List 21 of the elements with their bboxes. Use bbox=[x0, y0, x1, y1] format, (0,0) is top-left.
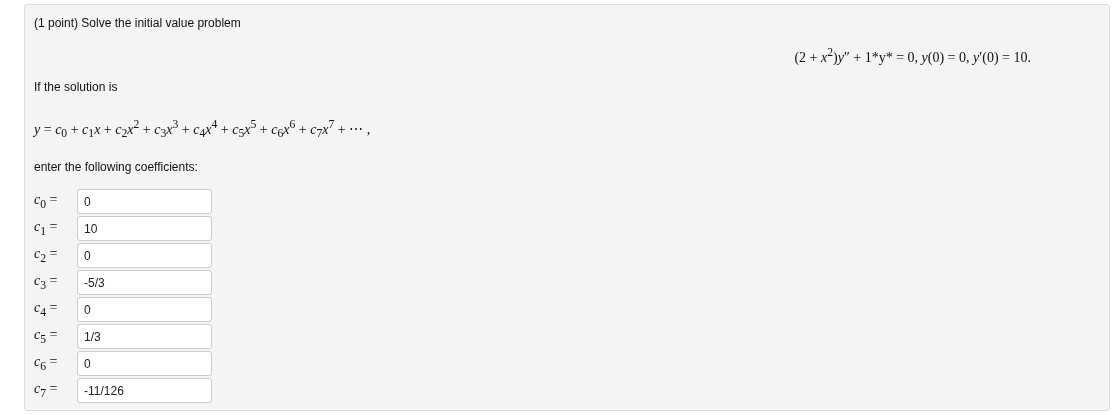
answer-field[interactable]: 0 bbox=[77, 189, 212, 215]
answer-field[interactable]: -5/3 bbox=[77, 270, 212, 296]
series-formula: y = c$_{0}$ + c$_{1}$x + c$_{2}$x$^{2}$ + c$_{3}$x$^{3}$ + c$_{4}$x$^{4}$ + c$_{5}$x$^{5}$ + c$_{6}$x$^{6}$ + c$_{7}$x$^{7}$ + ⋯ , bbox=[34, 117, 371, 141]
coefficient-label: c$_{1}$ = bbox=[34, 219, 59, 238]
coefficient-label: c$_{7}$ = bbox=[34, 381, 59, 400]
solution-intro: If the solution is bbox=[34, 79, 118, 94]
answer-field[interactable]: 0 bbox=[77, 297, 212, 323]
coefficient-label: c$_{6}$ = bbox=[34, 354, 59, 373]
instruction-text: enter the following coefficients: bbox=[34, 160, 198, 175]
answer-field[interactable]: 0 bbox=[77, 351, 212, 377]
coefficient-label: c$_{3}$ = bbox=[34, 273, 59, 292]
coefficient-label: c$_{0}$ = bbox=[34, 192, 59, 211]
equation: (2 + x$^{2}$)y″ + 1*y* = 0, y(0) = 0, y′(0) = 10. bbox=[794, 46, 1031, 66]
coefficient-label: c$_{5}$ = bbox=[34, 327, 59, 346]
coefficient-label: c$_{2}$ = bbox=[34, 246, 59, 265]
coefficient-label: c$_{4}$ = bbox=[34, 300, 59, 319]
answer-field[interactable]: 1/3 bbox=[77, 324, 212, 350]
problem-title: (1 point) Solve the initial value problem bbox=[34, 16, 241, 30]
answer-field[interactable]: -11/126 bbox=[77, 378, 212, 404]
answer-field[interactable]: 10 bbox=[77, 216, 212, 242]
answer-field[interactable]: 0 bbox=[77, 243, 212, 269]
